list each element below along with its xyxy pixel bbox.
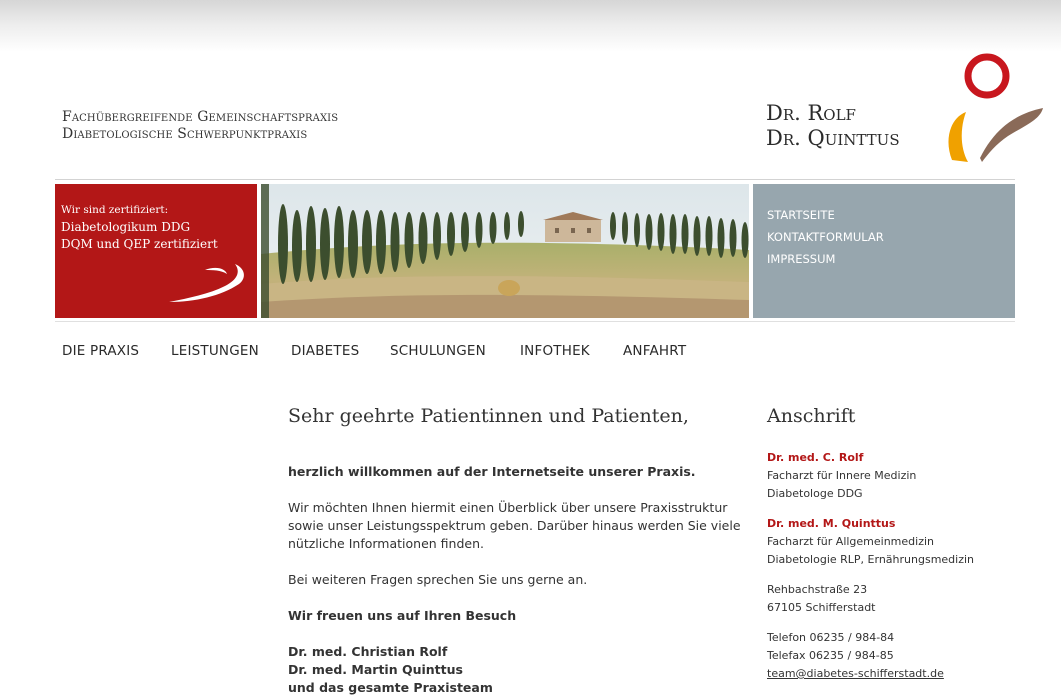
email-link[interactable]: team@diabetes-schifferstadt.de	[767, 667, 944, 680]
certificate-line2: Diabetologikum DDG	[61, 220, 191, 234]
certificate-line3: DQM und QEP zertifiziert	[61, 237, 218, 251]
hero-divider	[55, 321, 1015, 322]
nav-link-kontaktformular[interactable]: KONTAKTFORMULAR	[767, 230, 884, 244]
signature-quinttus: Dr. med. Martin Quinttus	[288, 662, 463, 677]
address-heading: Anschrift	[767, 405, 856, 427]
welcome-greeting: herzlich willkommen auf der Internetseit…	[288, 464, 696, 479]
main-nav-schulungen[interactable]: SCHULUNGEN	[390, 343, 486, 359]
header-divider	[55, 179, 1015, 180]
main-nav-die-praxis[interactable]: DIE PRAXIS	[62, 343, 139, 359]
address-street: Rehbachstraße 23	[767, 583, 868, 596]
signature-rolf: Dr. med. Christian Rolf	[288, 644, 448, 659]
doctors-logo-text[interactable]: Dr. Rolf Dr. Quinttus	[766, 101, 900, 151]
doctor-qualification-quinttus: Diabetologie RLP, Ernährungsmedizin	[767, 553, 975, 566]
intro-text: Wir möchten Ihnen hiermit einen Überblic…	[288, 500, 741, 551]
email-row: team@diabetes-schifferstadt.de	[767, 665, 944, 683]
signature-team: und das gesamte Praxisteam	[288, 680, 493, 695]
top-gradient-band	[0, 0, 1061, 52]
doctor-title-rolf: Facharzt für Innere Medizin	[767, 469, 917, 482]
main-nav-diabetes[interactable]: DIABETES	[291, 343, 359, 359]
main-nav-infothek[interactable]: INFOTHEK	[520, 343, 590, 359]
address-city: 67105 Schifferstadt	[767, 601, 876, 614]
logo-line-quinttus: Dr. Quinttus	[766, 126, 900, 150]
certificate-badge[interactable]: Wir sind zertifiziert: Diabetologikum DD…	[55, 184, 257, 318]
phone-number: Telefon 06235 / 984-84	[767, 631, 895, 644]
swoosh-icon	[169, 264, 244, 302]
practice-title-line2: Diabetologische Schwerpunktpraxis	[62, 126, 308, 142]
nav-link-startseite[interactable]: STARTSEITE	[767, 208, 835, 222]
certificate-line1: Wir sind zertifiziert:	[61, 204, 169, 216]
nav-link-impressum[interactable]: IMPRESSUM	[767, 252, 835, 266]
practice-title-line1: Fachübergreifende Gemeinschaftspraxis	[62, 109, 339, 125]
questions-text: Bei weiteren Fragen sprechen Sie uns ger…	[288, 572, 588, 587]
main-nav-anfahrt[interactable]: ANFAHRT	[623, 343, 686, 359]
hero-landscape-image	[261, 184, 749, 318]
main-nav-leistungen[interactable]: LEISTUNGEN	[171, 343, 259, 359]
visit-text: Wir freuen uns auf Ihren Besuch	[288, 608, 517, 623]
doctor-name-quinttus: Dr. med. M. Quinttus	[767, 517, 896, 530]
welcome-heading: Sehr geehrte Patientinnen und Patienten,	[288, 405, 689, 427]
doctor-title-quinttus: Facharzt für Allgemeinmedizin	[767, 535, 935, 548]
practice-logo-icon[interactable]	[944, 50, 1048, 172]
practice-title: Fachübergreifende Gemeinschaftspraxis Di…	[62, 109, 338, 143]
doctor-qualification-rolf: Diabetologe DDG	[767, 487, 863, 500]
doctor-name-rolf: Dr. med. C. Rolf	[767, 451, 864, 464]
utility-nav: STARTSEITE KONTAKTFORMULAR IMPRESSUM	[753, 184, 1015, 318]
logo-line-rolf: Dr. Rolf	[766, 101, 856, 125]
fax-number: Telefax 06235 / 984-85	[767, 649, 894, 662]
